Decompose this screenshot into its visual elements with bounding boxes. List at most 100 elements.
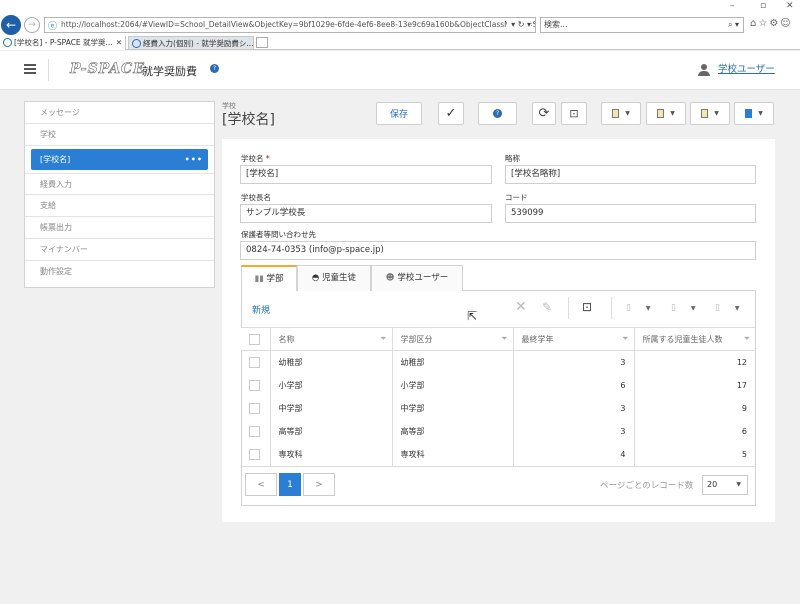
contact-field[interactable]: 0824-74-0353 (info@p-space.jp) — [240, 241, 756, 260]
row-checkbox[interactable] — [249, 379, 260, 391]
contact-label: 保護者等問い合わせ先 — [241, 230, 316, 239]
select-all-checkbox-cell[interactable] — [241, 327, 271, 351]
cell-final-grade: 6 — [513, 373, 635, 397]
sidebar-item-messages[interactable]: メッセージ — [25, 102, 214, 124]
school-name-label: 学校名 * — [241, 154, 270, 163]
unlock-button[interactable]: ⊡ — [561, 102, 587, 125]
row-checkbox[interactable] — [249, 426, 260, 438]
more-options-icon[interactable]: ••• — [185, 149, 203, 170]
prev-page-button[interactable]: < — [245, 473, 277, 496]
filter-icon[interactable]: ⏷ — [501, 334, 507, 344]
close-tab-icon[interactable]: ✕ — [116, 36, 122, 49]
table-row[interactable]: 幼稚部 幼稚部 3 12 — [241, 350, 755, 374]
browser-tab-school[interactable]: [学校名] - P-SPACE 就学奨... ✕ — [0, 36, 126, 50]
page-title: [学校名] — [222, 112, 275, 128]
back-arrow-icon[interactable]: ← — [1, 15, 21, 35]
sidebar-item-payment[interactable]: 支給 — [25, 195, 214, 217]
tab-school-users[interactable]: ☻ 学校ユーザー — [371, 265, 463, 291]
browser-search-input[interactable]: 検索... ⌕ ▾ — [540, 17, 744, 33]
school-name-field[interactable]: [学校名] — [240, 165, 492, 184]
sidebar-item-school-name[interactable]: [学校名] ••• — [31, 149, 208, 170]
report-menu-4[interactable]: ▼ — [734, 102, 774, 125]
cell-division: 幼稚部 — [392, 350, 514, 374]
report-menu-1[interactable]: ▼ — [601, 102, 641, 125]
sidebar-item-expense[interactable]: 経費入力 — [25, 173, 214, 195]
code-field[interactable]: 539099 — [505, 204, 756, 223]
tab-label: [学校名] - P-SPACE 就学奨... — [14, 38, 113, 47]
sidebar-item-reports[interactable]: 帳票出力 — [25, 217, 214, 239]
row-checkbox[interactable] — [249, 449, 260, 461]
sidebar-item-label: [学校名] — [40, 155, 71, 164]
page-size-select[interactable]: 20 ▼ — [702, 475, 748, 495]
column-header-final-grade[interactable]: 最終学年 ⏷ — [513, 327, 635, 351]
unlock-icon[interactable]: ⊡ — [582, 300, 592, 314]
user-icon — [698, 63, 710, 76]
app-title: 就学奨励費 — [142, 65, 197, 78]
row-checkbox[interactable] — [249, 356, 260, 368]
close-window-icon[interactable]: ✕ — [786, 1, 794, 11]
cell-division: 高等部 — [392, 420, 514, 444]
browser-toolbar-icons[interactable]: ⌂☆⚙☺ — [750, 18, 793, 29]
report-menu-2[interactable]: ▼ — [646, 102, 686, 125]
header-divider — [48, 59, 49, 81]
new-record-link[interactable]: 新規 — [252, 303, 270, 316]
sidebar-item-school[interactable]: 学校 — [25, 124, 214, 146]
table-row[interactable]: 小学部 小学部 6 17 — [241, 373, 755, 397]
abbr-label: 略称 — [505, 154, 520, 163]
url-field[interactable]: ⓔ http://localhost:2064/#ViewID=School_D… — [44, 17, 536, 33]
cell-division: 専攻科 — [392, 443, 514, 467]
column-header-student-count[interactable]: 所属する児童生徒人数 ⏷ — [634, 327, 755, 351]
grid-report-menu-1[interactable]: ▯ ▼ — [626, 303, 650, 313]
url-refresh-icon[interactable]: ▾ ↻ ▾ — [507, 18, 531, 32]
next-page-button[interactable]: > — [303, 473, 335, 496]
filter-icon[interactable]: ⏷ — [380, 334, 386, 344]
chevron-down-icon: ▼ — [670, 110, 675, 117]
column-header-division[interactable]: 学部区分 ⏷ — [392, 327, 514, 351]
departments-grid: 名称 ⏷ 学部区分 ⏷ 最終学年 ⏷ 所属する児童生徒人数 ⏷ 幼稚部 幼稚部 3 12… — [241, 327, 755, 467]
filter-icon[interactable]: ⏷ — [622, 334, 628, 344]
app-logo: P-SPACE — [70, 61, 145, 78]
delete-icon[interactable]: ✕ — [515, 299, 527, 315]
grid-report-menu-3[interactable]: ▯ ▼ — [715, 303, 739, 313]
browser-tab-expense[interactable]: 経費入力(個別) - 就学奨励費シ... — [128, 36, 254, 50]
help-icon[interactable]: ? — [210, 64, 219, 73]
page-button-current[interactable]: 1 — [279, 473, 301, 496]
user-menu-link[interactable]: 学校ユーザー — [698, 61, 775, 76]
cell-final-grade: 3 — [513, 396, 635, 421]
tab-students[interactable]: ◓ 児童生徒 — [297, 265, 371, 291]
column-header-name[interactable]: 名称 ⏷ — [270, 327, 393, 351]
forward-arrow-icon[interactable]: → — [24, 17, 40, 33]
ie-page-icon: ⓔ — [48, 22, 58, 32]
chevron-down-icon: ▼ — [625, 110, 630, 117]
refresh-button[interactable]: ⟳ — [532, 102, 556, 125]
abbr-field[interactable]: [学校名略称] — [505, 165, 756, 184]
new-tab-button[interactable] — [256, 37, 268, 48]
principal-field[interactable]: サンプル学校長 — [240, 204, 492, 223]
cell-final-grade: 3 — [513, 350, 635, 374]
table-row[interactable]: 専攻科 専攻科 4 5 — [241, 443, 755, 467]
checkbox[interactable] — [249, 333, 260, 345]
table-row[interactable]: 中学部 中学部 3 9 — [241, 396, 755, 421]
student-icon: ◓ — [311, 273, 323, 283]
sidebar-item-mynumber[interactable]: マイナンバー — [25, 239, 214, 261]
restore-icon[interactable]: ▫ — [760, 1, 766, 11]
tab-departments[interactable]: ▮▮ 学部 — [241, 265, 297, 291]
save-button[interactable]: 保存 — [376, 102, 422, 125]
help-icon: ? — [493, 109, 502, 118]
save-close-button[interactable]: ✓ — [438, 102, 464, 125]
grid-report-menu-2[interactable]: ▯ ▼ — [671, 303, 695, 313]
report-icon — [701, 109, 709, 118]
hamburger-menu-icon[interactable] — [24, 64, 36, 74]
sidebar-item-settings[interactable]: 動作設定 — [25, 261, 214, 283]
report-icon — [612, 109, 620, 118]
report-menu-3[interactable]: ▼ — [690, 102, 730, 125]
row-checkbox[interactable] — [249, 402, 260, 414]
cell-student-count: 5 — [634, 443, 755, 467]
help-button[interactable]: ? — [478, 102, 517, 125]
cell-division: 中学部 — [392, 396, 514, 421]
edit-pencil-icon[interactable]: ✎ — [542, 300, 552, 314]
table-row[interactable]: 高等部 高等部 3 6 — [241, 420, 755, 444]
minimize-icon[interactable]: – — [730, 1, 735, 11]
filter-icon[interactable]: ⏷ — [744, 334, 750, 344]
search-icon[interactable]: ⌕ ▾ — [728, 18, 739, 32]
